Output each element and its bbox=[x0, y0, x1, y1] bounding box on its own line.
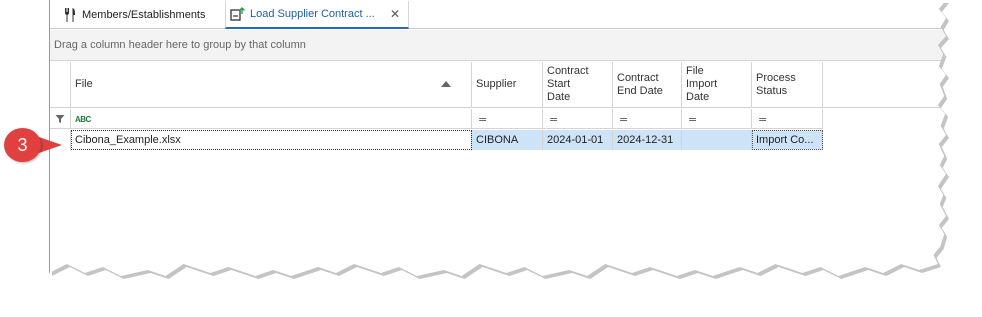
fork-knife-icon bbox=[62, 7, 78, 23]
filter-cell-contract-end[interactable]: = bbox=[613, 109, 682, 129]
column-header-label: Supplier bbox=[476, 78, 517, 90]
column-header-contract-start-date[interactable]: Contract Start Date bbox=[543, 62, 613, 108]
cell-contract-start-date[interactable]: 2024-01-01 bbox=[543, 130, 613, 150]
tab-label: Load Supplier Contract ... bbox=[250, 8, 375, 20]
group-by-panel[interactable]: Drag a column header here to group by th… bbox=[50, 30, 946, 61]
auto-filter-row: ABC = = = = = bbox=[50, 109, 823, 129]
tab-strip: Members/Establishments Load Supplier Con… bbox=[50, 0, 946, 29]
equals-operator-icon[interactable]: = bbox=[547, 113, 558, 126]
column-header-process-status[interactable]: Process Status bbox=[752, 62, 823, 108]
tab-load-supplier-contract[interactable]: Load Supplier Contract ... ✕ bbox=[225, 1, 409, 29]
group-panel-hint: Drag a column header here to group by th… bbox=[54, 39, 306, 51]
load-contract-icon bbox=[230, 6, 246, 22]
cell-contract-end-date[interactable]: 2024-12-31 bbox=[613, 130, 682, 150]
filter-cell-supplier[interactable]: = bbox=[472, 109, 543, 129]
text-filter-icon[interactable]: ABC bbox=[75, 115, 91, 124]
column-header-label: Contract End Date bbox=[617, 71, 663, 97]
tab-label: Members/Establishments bbox=[82, 9, 206, 21]
equals-operator-icon[interactable]: = bbox=[756, 113, 767, 126]
column-header-label: Contract Start Date bbox=[547, 65, 589, 103]
filter-cell-file[interactable]: ABC bbox=[71, 109, 472, 129]
row-indicator-header bbox=[50, 62, 71, 108]
tab-members-establishments[interactable]: Members/Establishments bbox=[58, 2, 228, 28]
column-header-label: Process Status bbox=[756, 71, 796, 97]
filter-cell-process-status[interactable]: = bbox=[752, 109, 823, 129]
equals-operator-icon[interactable]: = bbox=[686, 113, 697, 126]
column-header-supplier[interactable]: Supplier bbox=[472, 62, 543, 108]
filter-funnel-icon bbox=[50, 109, 71, 129]
cell-file-import-date[interactable] bbox=[682, 130, 752, 150]
column-header-file-import-date[interactable]: File Import Date bbox=[682, 62, 752, 108]
app-panel: Members/Establishments Load Supplier Con… bbox=[49, 0, 946, 276]
cell-process-status[interactable]: Import Co... bbox=[752, 130, 823, 150]
column-header-label: File bbox=[75, 78, 93, 90]
equals-operator-icon[interactable]: = bbox=[617, 113, 628, 126]
filter-cell-contract-start[interactable]: = bbox=[543, 109, 613, 129]
cell-file[interactable]: Cibona_Example.xlsx bbox=[71, 130, 472, 150]
column-header-label: File Import Date bbox=[686, 65, 718, 103]
column-header-contract-end-date[interactable]: Contract End Date bbox=[613, 62, 682, 108]
sort-ascending-icon bbox=[441, 81, 451, 87]
equals-operator-icon[interactable]: = bbox=[476, 113, 487, 126]
header-filler bbox=[823, 62, 946, 108]
column-header-file[interactable]: File bbox=[71, 62, 472, 108]
close-icon[interactable]: ✕ bbox=[390, 7, 400, 21]
step-number-badge: 3 bbox=[4, 128, 41, 162]
table-row[interactable]: Cibona_Example.xlsx CIBONA 2024-01-01 20… bbox=[50, 130, 823, 150]
cell-supplier[interactable]: CIBONA bbox=[472, 130, 543, 150]
filter-cell-file-import[interactable]: = bbox=[682, 109, 752, 129]
